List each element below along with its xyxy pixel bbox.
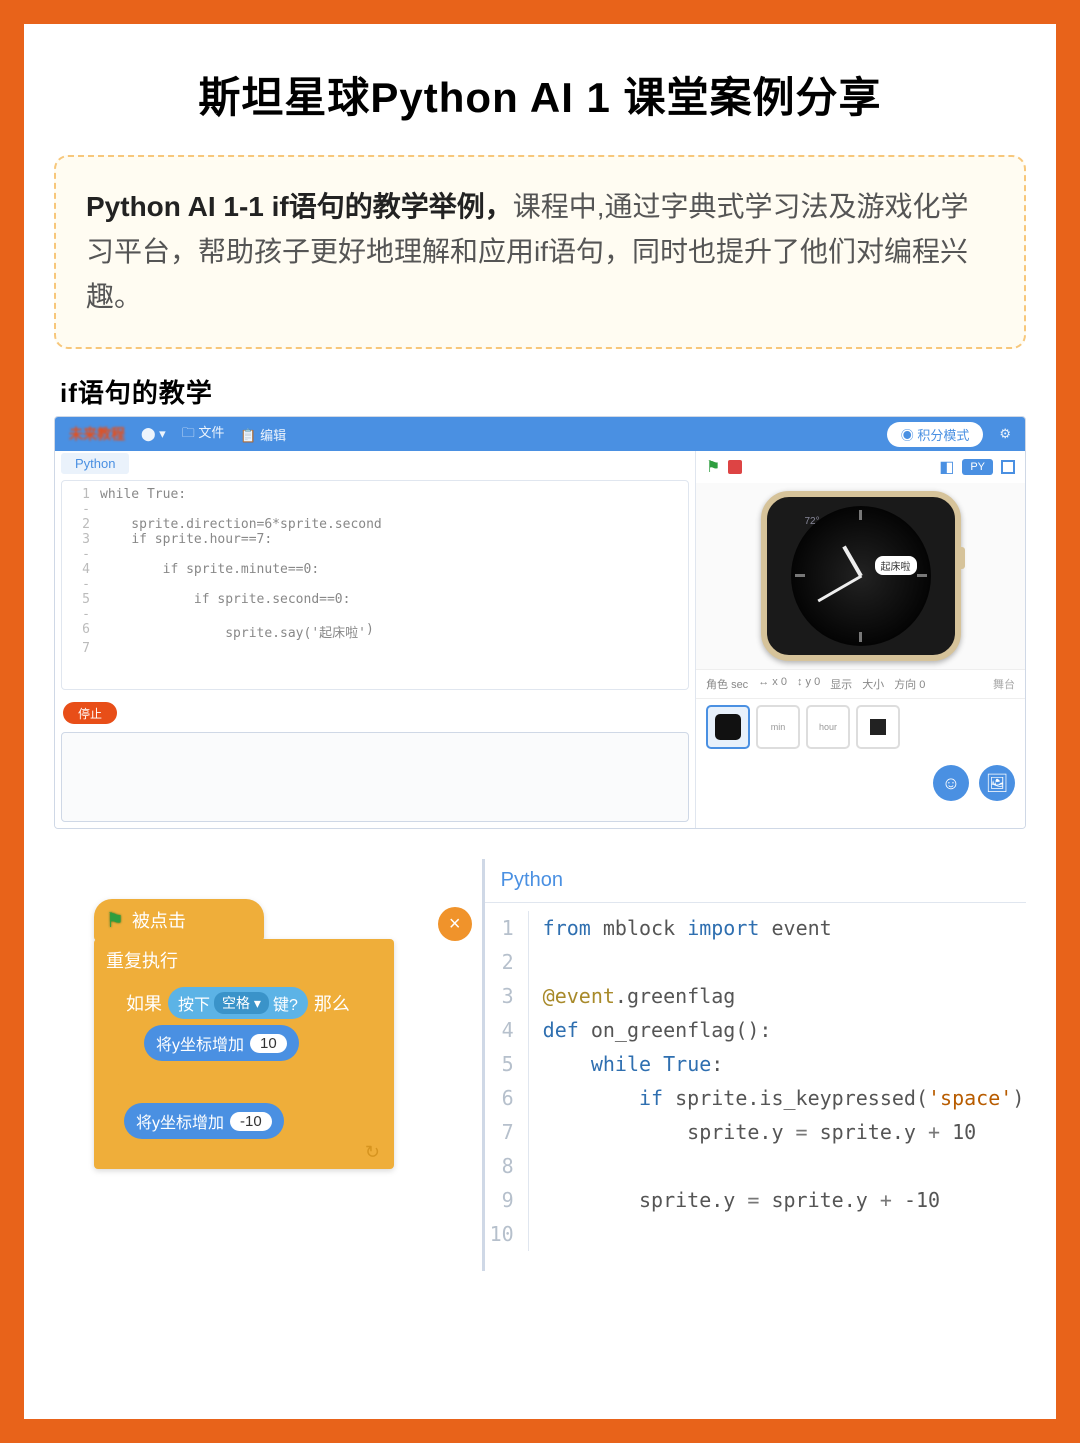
callout-text: Python AI 1-1 if语句的教学举例，课程中,通过字典式学习法及游戏化… xyxy=(86,185,994,319)
value-input-minus[interactable]: -10 xyxy=(230,1112,272,1131)
python-translation: Python 1from mblock import event23@event… xyxy=(482,859,1026,1271)
flag-icon: ⚑ xyxy=(106,908,124,933)
sprite-list: min hour xyxy=(696,698,1025,755)
key-pressed-block[interactable]: 按下 空格 ▾ 键? xyxy=(168,987,308,1019)
menu-edit-label[interactable]: 📋 编辑 xyxy=(240,425,286,444)
expand-icon[interactable] xyxy=(1001,460,1015,474)
callout-bold: Python AI 1-1 if语句的教学举例， xyxy=(86,191,513,222)
sprite-thumb-min[interactable]: min xyxy=(756,705,800,749)
stage-mode-icon[interactable]: ◧ xyxy=(939,457,954,477)
hat-label: 被点击 xyxy=(132,907,186,933)
ide-code-pane: Python 1 -while True:2 sprite.direction=… xyxy=(55,451,695,828)
scratch-blocks: × ⚑ 被点击 重复执行 如果 按下 空格 ▾ 键? xyxy=(54,859,482,1271)
page-title: 斯坦星球Python AI 1 课堂案例分享 xyxy=(54,64,1026,125)
ide-toolbar: 未来教程 ⬤ ▾ 🗀 文件 📋 编辑 ◉ 积分模式 ⚙ xyxy=(55,417,1025,451)
menu-file-label[interactable]: 🗀 文件 xyxy=(182,422,225,446)
code-pane-body: 1from mblock import event23@event.greenf… xyxy=(485,903,1026,1271)
brand-logo: 未来教程 xyxy=(69,424,125,444)
callout-box: Python AI 1-1 if语句的教学举例，课程中,通过字典式学习法及游戏化… xyxy=(54,155,1026,349)
code-editor[interactable]: 1 -while True:2 sprite.direction=6*sprit… xyxy=(61,480,689,690)
stop-button[interactable]: 停止 xyxy=(63,702,117,724)
change-y-block-plus[interactable]: 将y坐标增加 10 xyxy=(144,1025,299,1061)
then-label: 那么 xyxy=(314,990,350,1016)
ide-stage-pane: ⚑ ◧ PY 72° 起床啦 xyxy=(695,451,1025,828)
green-flag-icon[interactable]: ⚑ xyxy=(706,457,720,477)
loop-arrow-icon: ↻ xyxy=(365,1142,380,1163)
mode-toggle[interactable]: ◉ 积分模式 xyxy=(887,422,984,447)
watch-temp: 72° xyxy=(805,516,820,527)
speech-bubble: 起床啦 xyxy=(875,556,917,575)
value-input-plus[interactable]: 10 xyxy=(250,1034,287,1053)
if-label: 如果 xyxy=(126,990,162,1016)
forever-label: 重复执行 xyxy=(106,947,382,973)
menu-file[interactable]: ⬤ ▾ xyxy=(141,426,166,442)
settings-icon[interactable]: ⚙ xyxy=(999,426,1011,442)
forever-block[interactable]: 重复执行 如果 按下 空格 ▾ 键? 那么 将y坐标增加 xyxy=(94,939,394,1169)
hat-block[interactable]: ⚑ 被点击 xyxy=(94,899,264,941)
minute-hand-icon xyxy=(817,575,862,603)
stop-icon[interactable] xyxy=(728,460,742,474)
sprite-thumb-bg[interactable] xyxy=(856,705,900,749)
sprite-properties: 角色 sec ↔ x 0 ↕ y 0 显示 大小 方向 0 舞台 xyxy=(696,669,1025,698)
py-badge[interactable]: PY xyxy=(962,459,993,475)
ide-screenshot: 未来教程 ⬤ ▾ 🗀 文件 📋 编辑 ◉ 积分模式 ⚙ Python 1 -wh… xyxy=(54,416,1026,829)
key-dropdown[interactable]: 空格 ▾ xyxy=(214,992,269,1014)
sprite-thumb-hour[interactable]: hour xyxy=(806,705,850,749)
code-pane-title: Python xyxy=(485,859,1026,903)
section-title: if语句的教学 xyxy=(60,373,1026,410)
stage-canvas: 72° 起床啦 xyxy=(696,483,1025,669)
add-sprite-button[interactable]: ☺ xyxy=(933,765,969,801)
watch-sprite: 72° 起床啦 xyxy=(761,491,961,661)
python-tab[interactable]: Python xyxy=(61,453,129,474)
console-output xyxy=(61,732,689,822)
if-block[interactable]: 如果 按下 空格 ▾ 键? 那么 将y坐标增加 10 xyxy=(116,981,382,1085)
change-y-block-minus[interactable]: 将y坐标增加 -10 xyxy=(124,1103,284,1139)
hour-hand-icon xyxy=(842,546,862,577)
add-backdrop-button[interactable]: 🖼 xyxy=(979,765,1015,801)
sprite-thumb-sec[interactable] xyxy=(706,705,750,749)
